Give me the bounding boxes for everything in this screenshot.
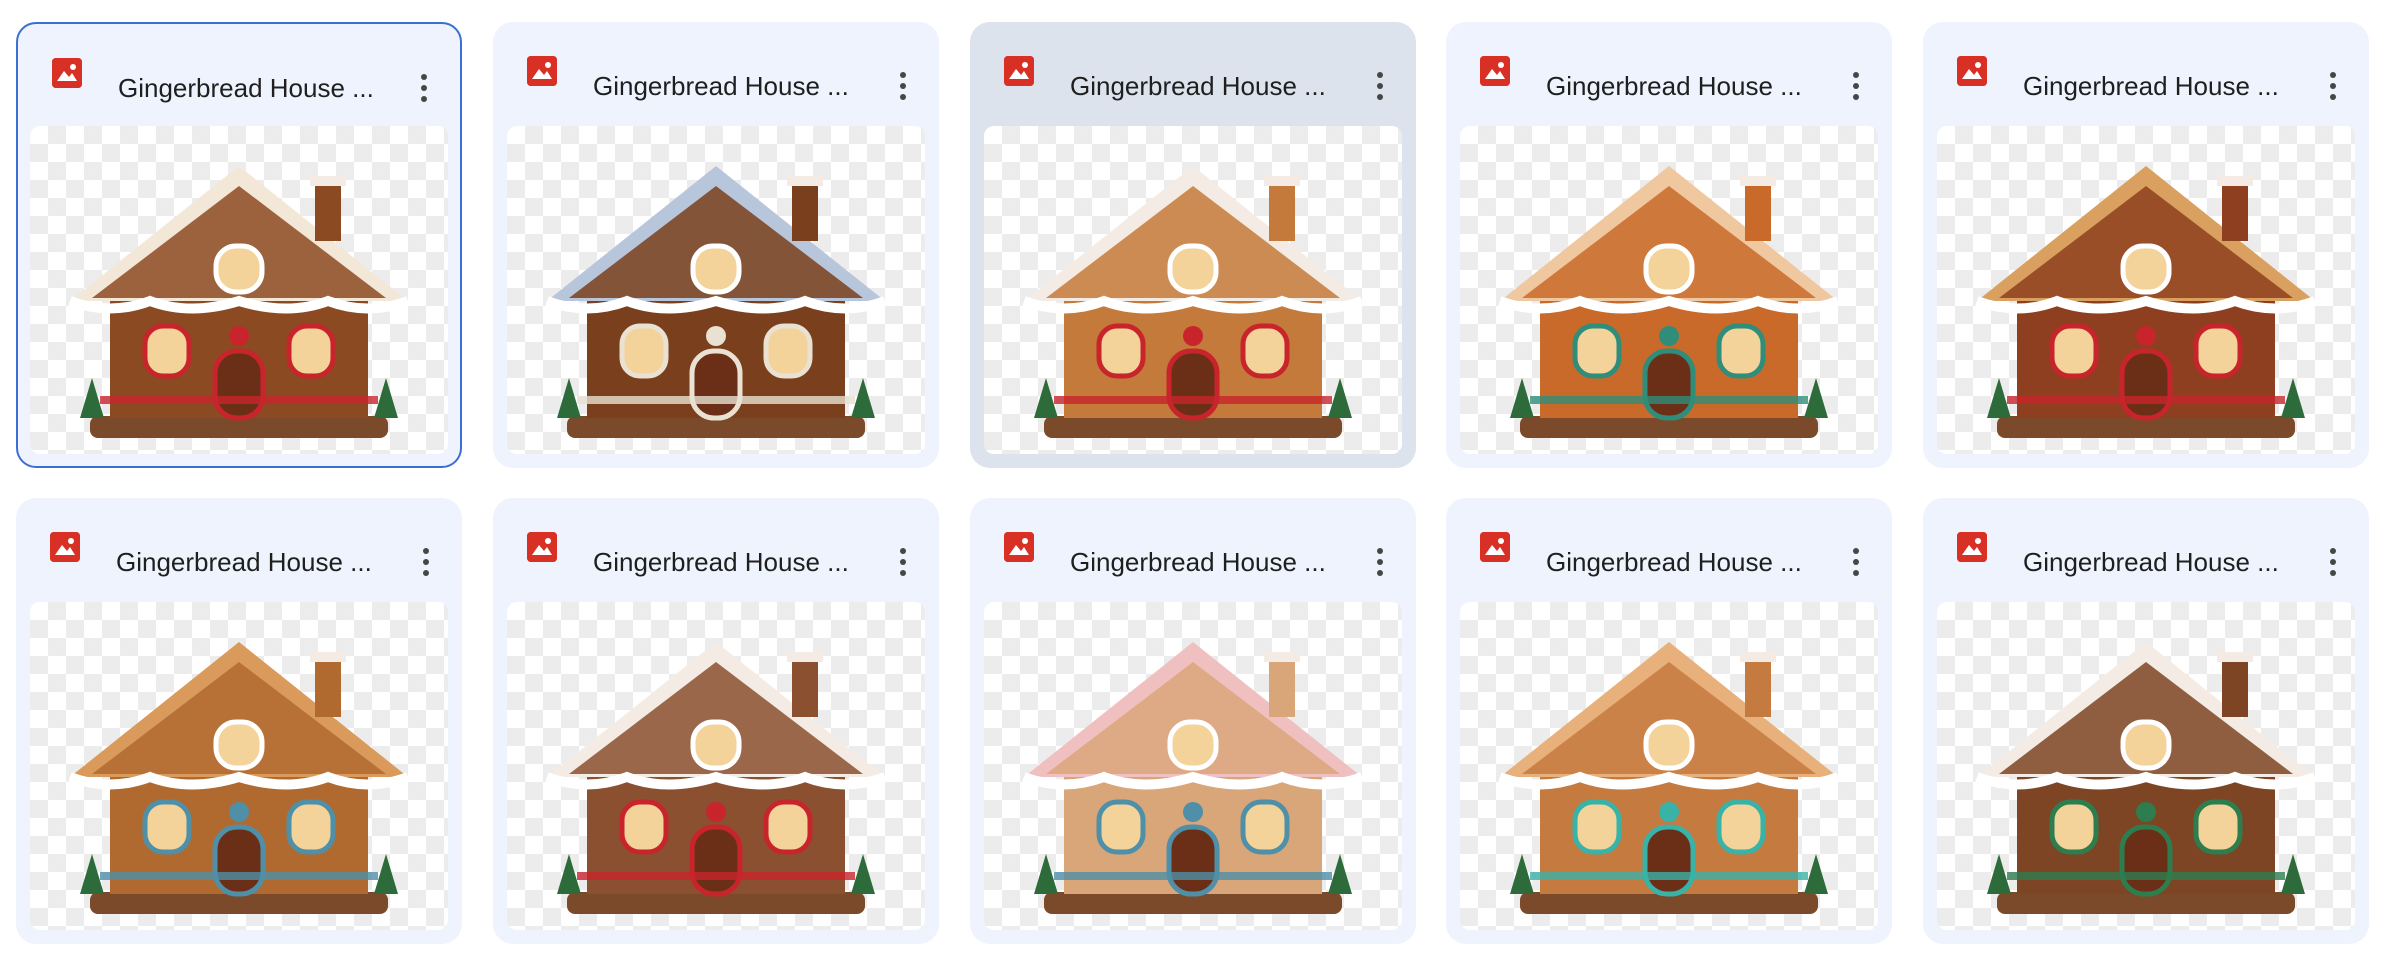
more-vertical-icon[interactable] bbox=[2319, 542, 2347, 582]
more-vertical-icon[interactable] bbox=[1366, 66, 1394, 106]
more-vertical-icon[interactable] bbox=[2319, 66, 2347, 106]
image-file-icon bbox=[1480, 532, 1510, 562]
file-card-header: Gingerbread House ... bbox=[18, 24, 460, 122]
image-thumbnail[interactable] bbox=[30, 602, 448, 930]
file-card-header: Gingerbread House ... bbox=[1446, 22, 1892, 120]
more-vertical-icon[interactable] bbox=[889, 542, 917, 582]
file-name: Gingerbread House ... bbox=[1546, 71, 1802, 101]
file-card-header: Gingerbread House ... bbox=[1923, 498, 2369, 596]
file-card-header: Gingerbread House ... bbox=[493, 22, 939, 120]
image-file-icon bbox=[50, 532, 80, 562]
image-file-icon bbox=[1004, 532, 1034, 562]
file-card[interactable]: Gingerbread House ... bbox=[493, 498, 939, 944]
image-thumbnail[interactable] bbox=[984, 602, 1402, 930]
image-thumbnail[interactable] bbox=[507, 602, 925, 930]
more-vertical-icon[interactable] bbox=[1366, 542, 1394, 582]
file-grid: Gingerbread House ... Gingerbread House … bbox=[0, 0, 2382, 956]
image-file-icon bbox=[527, 56, 557, 86]
file-card[interactable]: Gingerbread House ... bbox=[493, 22, 939, 468]
more-vertical-icon[interactable] bbox=[889, 66, 917, 106]
file-card[interactable]: Gingerbread House ... bbox=[970, 498, 1416, 944]
image-file-icon bbox=[527, 532, 557, 562]
file-card-header: Gingerbread House ... bbox=[970, 22, 1416, 120]
image-file-icon bbox=[52, 58, 82, 88]
file-card[interactable]: Gingerbread House ... bbox=[1446, 22, 1892, 468]
file-card-header: Gingerbread House ... bbox=[493, 498, 939, 596]
file-card-header: Gingerbread House ... bbox=[1923, 22, 2369, 120]
more-vertical-icon[interactable] bbox=[1842, 542, 1870, 582]
image-thumbnail[interactable] bbox=[1460, 126, 1878, 454]
file-name: Gingerbread House ... bbox=[593, 71, 849, 101]
image-thumbnail[interactable] bbox=[1937, 602, 2355, 930]
file-card[interactable]: Gingerbread House ... bbox=[970, 22, 1416, 468]
file-card-header: Gingerbread House ... bbox=[16, 498, 462, 596]
file-name: Gingerbread House ... bbox=[116, 547, 372, 577]
image-file-icon bbox=[1480, 56, 1510, 86]
file-name: Gingerbread House ... bbox=[1070, 71, 1326, 101]
file-card[interactable]: Gingerbread House ... bbox=[1446, 498, 1892, 944]
more-vertical-icon[interactable] bbox=[410, 68, 438, 108]
file-name: Gingerbread House ... bbox=[2023, 71, 2279, 101]
file-name: Gingerbread House ... bbox=[2023, 547, 2279, 577]
file-card-header: Gingerbread House ... bbox=[970, 498, 1416, 596]
file-name: Gingerbread House ... bbox=[593, 547, 849, 577]
image-thumbnail[interactable] bbox=[984, 126, 1402, 454]
file-card[interactable]: Gingerbread House ... bbox=[1923, 498, 2369, 944]
more-vertical-icon[interactable] bbox=[1842, 66, 1870, 106]
image-file-icon bbox=[1004, 56, 1034, 86]
file-card[interactable]: Gingerbread House ... bbox=[16, 22, 462, 468]
image-thumbnail[interactable] bbox=[1460, 602, 1878, 930]
image-thumbnail[interactable] bbox=[1937, 126, 2355, 454]
file-card[interactable]: Gingerbread House ... bbox=[16, 498, 462, 944]
file-name: Gingerbread House ... bbox=[118, 73, 374, 103]
file-name: Gingerbread House ... bbox=[1546, 547, 1802, 577]
image-thumbnail[interactable] bbox=[507, 126, 925, 454]
image-file-icon bbox=[1957, 532, 1987, 562]
file-card[interactable]: Gingerbread House ... bbox=[1923, 22, 2369, 468]
file-name: Gingerbread House ... bbox=[1070, 547, 1326, 577]
file-card-header: Gingerbread House ... bbox=[1446, 498, 1892, 596]
image-thumbnail[interactable] bbox=[30, 126, 448, 454]
more-vertical-icon[interactable] bbox=[412, 542, 440, 582]
image-file-icon bbox=[1957, 56, 1987, 86]
